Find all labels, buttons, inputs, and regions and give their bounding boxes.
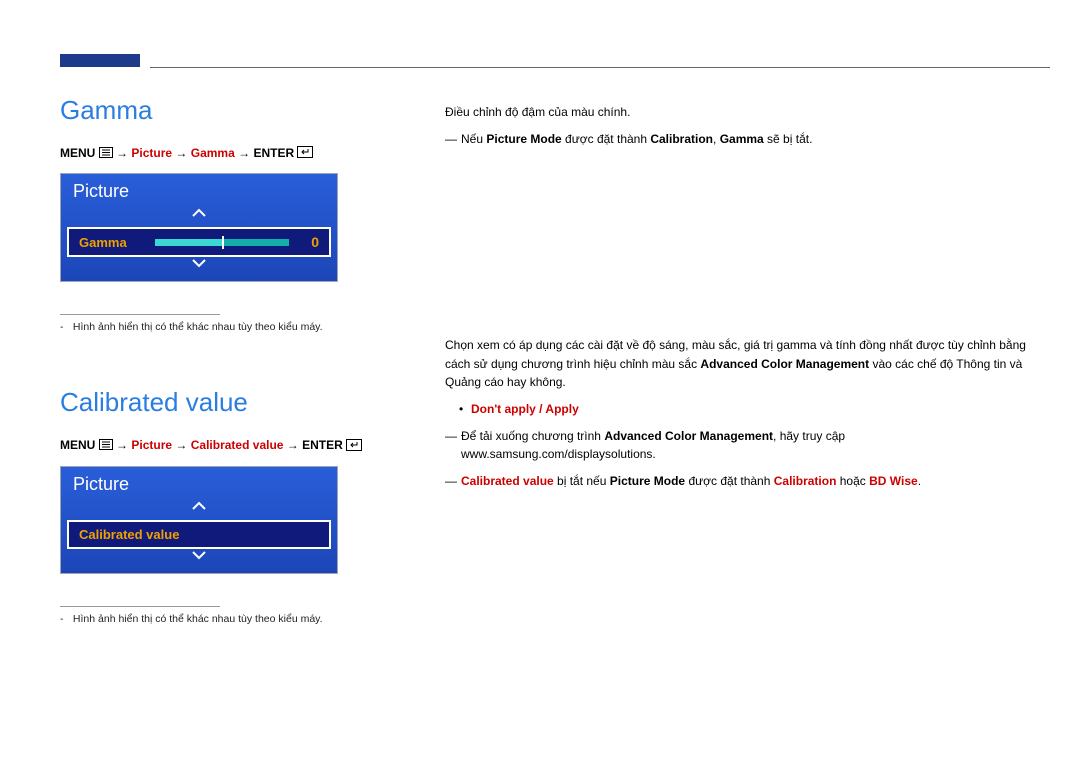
enter-icon — [297, 146, 313, 161]
chevron-up-icon — [191, 501, 207, 511]
path-picture: Picture — [131, 146, 172, 160]
arrow: → — [287, 438, 302, 452]
note-download: Để tải xuống chương trình Advanced Color… — [445, 427, 1040, 464]
enter-label: ENTER — [253, 146, 294, 160]
footnote-calibrated: - Hình ảnh hiển thị có thể khác nhau tùy… — [60, 613, 390, 625]
desc-para-calibrated: Chọn xem có áp dụng các cài đặt về độ sá… — [445, 336, 1040, 392]
t: được đặt thành — [685, 474, 774, 488]
osd-row-gamma[interactable]: Gamma 0 — [67, 227, 331, 257]
osd-title: Picture — [61, 174, 337, 207]
path-calibrated: Calibrated value — [191, 438, 284, 452]
dash-icon: - — [60, 613, 70, 625]
short-divider — [60, 314, 220, 315]
menu-path-gamma: MENU → Picture → Gamma → ENTER — [60, 146, 390, 161]
arrow: → — [116, 146, 131, 160]
t: Advanced Color Management — [700, 357, 869, 371]
path-picture: Picture — [131, 438, 172, 452]
osd-box-gamma: Picture Gamma 0 — [60, 173, 338, 282]
menu-label: MENU — [60, 438, 95, 452]
t: Picture Mode — [610, 474, 685, 488]
chevron-up-icon — [191, 208, 207, 218]
desc-line-gamma: Điều chỉnh độ đậm của màu chính. — [445, 103, 1040, 122]
osd-row-label: Gamma — [79, 235, 127, 250]
footnote-text: Hình ảnh hiển thị có thể khác nhau tùy t… — [73, 613, 323, 625]
menu-path-calibrated: MENU → Picture → Calibrated value → ENTE… — [60, 438, 390, 453]
osd-row-calibrated[interactable]: Calibrated value — [67, 520, 331, 549]
t: Advanced Color Management — [604, 429, 773, 443]
path-gamma: Gamma — [191, 146, 235, 160]
bullet-label: Don't apply / Apply — [471, 402, 579, 416]
t: . — [918, 474, 921, 488]
t: được đặt thành — [562, 132, 651, 146]
osd-down-arrow-row[interactable] — [61, 549, 337, 569]
menu-icon — [99, 147, 113, 161]
enter-icon — [346, 439, 362, 454]
osd-up-arrow-row[interactable] — [61, 207, 337, 227]
t: Picture Mode — [486, 132, 561, 146]
menu-label: MENU — [60, 146, 95, 160]
chevron-down-icon — [191, 258, 207, 268]
enter-label: ENTER — [302, 438, 343, 452]
arrow: → — [116, 438, 131, 452]
t: Calibration — [774, 474, 837, 488]
footnote-gamma: - Hình ảnh hiển thị có thể khác nhau tùy… — [60, 321, 390, 333]
osd-row-label: Calibrated value — [79, 527, 179, 542]
dash-icon: - — [60, 321, 70, 333]
t: Calibrated value — [461, 474, 554, 488]
osd-title: Picture — [61, 467, 337, 500]
t: bị tắt nếu — [554, 474, 610, 488]
section-heading-calibrated: Calibrated value — [60, 387, 390, 418]
footnote-text: Hình ảnh hiển thị có thể khác nhau tùy t… — [73, 321, 323, 333]
bullet-apply: Don't apply / Apply — [445, 400, 1040, 419]
osd-up-arrow-row[interactable] — [61, 500, 337, 520]
t: Gamma — [720, 132, 764, 146]
arrow: → — [175, 438, 190, 452]
t: , — [713, 132, 720, 146]
osd-down-arrow-row[interactable] — [61, 257, 337, 277]
note-gamma: Nếu Picture Mode được đặt thành Calibrat… — [445, 130, 1040, 149]
chevron-down-icon — [191, 550, 207, 560]
arrow: → — [238, 146, 253, 160]
note-disabled: Calibrated value bị tắt nếu Picture Mode… — [445, 472, 1040, 491]
menu-icon — [99, 439, 113, 453]
section-heading-gamma: Gamma — [60, 95, 390, 126]
t: BD Wise — [869, 474, 918, 488]
t: sẽ bị tắt. — [764, 132, 813, 146]
header-accent-bar — [60, 54, 140, 67]
t: hoặc — [836, 474, 869, 488]
arrow: → — [175, 146, 190, 160]
t: Calibration — [650, 132, 713, 146]
osd-row-value: 0 — [303, 234, 319, 250]
osd-box-calibrated: Picture Calibrated value — [60, 466, 338, 574]
short-divider — [60, 606, 220, 607]
osd-slider-bar[interactable] — [155, 239, 289, 246]
header-divider — [150, 67, 1050, 68]
t: Để tải xuống chương trình — [461, 429, 604, 443]
t: Nếu — [461, 132, 486, 146]
